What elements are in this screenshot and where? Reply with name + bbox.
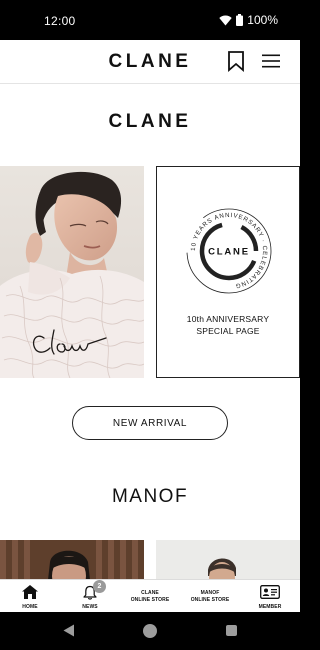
anniversary-banner[interactable]: 10 YEARS ANNIVERSARY · CELEBRATING CLANE… xyxy=(156,166,300,378)
home-circle-icon[interactable] xyxy=(143,624,157,638)
bottom-tab-bar: HOME 2 NEWS CLANE ONLINE STORE MANOF ONL… xyxy=(0,579,300,612)
app-header: CLANE xyxy=(0,40,300,84)
recents-icon[interactable] xyxy=(226,625,237,636)
status-bar: 12:00 100% xyxy=(0,0,300,40)
tab-member[interactable]: MEMBER xyxy=(240,580,300,612)
wifi-icon xyxy=(219,15,232,25)
status-icons: 100% xyxy=(219,13,278,27)
tab-home-label: HOME xyxy=(22,604,38,610)
anniversary-caption-line2: SPECIAL PAGE xyxy=(196,326,260,336)
back-icon[interactable] xyxy=(63,624,75,637)
tab-member-label: MEMBER xyxy=(258,604,282,610)
photo-banner[interactable] xyxy=(0,166,144,378)
tab-manof-online-store[interactable]: MANOF ONLINE STORE xyxy=(180,580,240,612)
tab-manof-store-line2: ONLINE STORE xyxy=(190,596,230,603)
system-nav-bar xyxy=(0,612,300,650)
tab-news-label: NEWS xyxy=(82,604,98,610)
seal-center-text: CLANE xyxy=(208,247,250,258)
manof-section-title: MANOF xyxy=(111,486,189,507)
tab-clane-store-line2: ONLINE STORE xyxy=(130,596,170,603)
anniversary-seal: 10 YEARS ANNIVERSARY · CELEBRATING CLANE xyxy=(186,208,272,294)
battery-icon xyxy=(236,14,244,26)
news-badge: 2 xyxy=(93,580,106,593)
app-screen: CLANE CLANE 10 YEARS ANNIVERSARY · CELEB… xyxy=(0,40,300,612)
tab-news[interactable]: 2 NEWS xyxy=(60,580,120,612)
bookmark-icon[interactable] xyxy=(226,50,246,72)
status-time: 12:00 xyxy=(44,14,76,28)
anniversary-caption-line1: 10th ANNIVERSARY xyxy=(186,314,270,324)
new-arrival-button[interactable]: NEW ARRIVAL xyxy=(72,406,228,440)
anniversary-caption: 10th ANNIVERSARY SPECIAL PAGE xyxy=(157,313,299,337)
tab-clane-online-store[interactable]: CLANE ONLINE STORE xyxy=(120,580,180,612)
tab-home[interactable]: HOME xyxy=(0,580,60,612)
header-logo[interactable]: CLANE xyxy=(0,51,300,73)
hamburger-menu-icon[interactable] xyxy=(261,53,281,69)
model-photo xyxy=(0,166,144,378)
brand-title: CLANE xyxy=(108,111,192,132)
member-card-icon xyxy=(260,585,280,599)
battery-percent: 100% xyxy=(247,13,278,27)
home-icon xyxy=(22,585,38,599)
